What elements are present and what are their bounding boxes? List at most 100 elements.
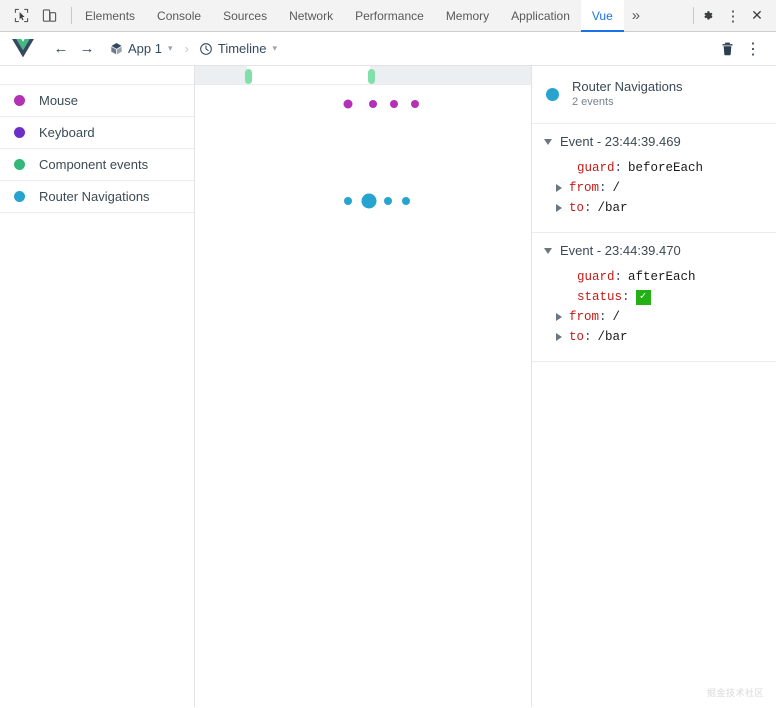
details-layer-color-dot <box>546 88 559 101</box>
timeline-event-dot-selected[interactable] <box>361 193 377 209</box>
property-colon: : <box>614 161 623 175</box>
timeline-range-selector[interactable] <box>195 66 531 85</box>
timeline-track-keyboard <box>195 117 531 149</box>
event-title: Event - 23:44:39.469 <box>560 134 681 149</box>
details-header-text: Router Navigations 2 events <box>572 79 683 110</box>
property-row-status: status : ✓ <box>532 287 776 307</box>
layer-label: Mouse <box>39 93 79 108</box>
view-chevron-down-icon[interactable]: ▾ <box>273 43 278 54</box>
timeline-event-dot[interactable] <box>383 197 392 205</box>
device-toolbar-icon[interactable] <box>38 5 60 27</box>
property-row-from[interactable]: from : / <box>532 178 776 198</box>
chevron-right-icon[interactable] <box>556 333 562 341</box>
property-row-to[interactable]: to : /bar <box>532 198 776 218</box>
chevron-down-icon[interactable]: ▾ <box>168 43 173 54</box>
chevron-right-icon[interactable] <box>556 204 562 212</box>
timeline-event-dot[interactable] <box>401 197 410 205</box>
event-block: Event - 23:44:39.470 guard : afterEach s… <box>532 233 776 362</box>
chevron-right-icon[interactable] <box>556 313 562 321</box>
vue-toolbar-kebab-menu-icon[interactable]: ⋮ <box>740 36 766 62</box>
event-header[interactable]: Event - 23:44:39.470 <box>532 243 776 258</box>
range-handle-start[interactable] <box>245 69 253 84</box>
close-icon[interactable]: ✕ <box>746 5 768 27</box>
breadcrumb-view-selector[interactable]: Timeline ▾ <box>199 41 277 56</box>
event-block: Event - 23:44:39.469 guard : beforeEach … <box>532 124 776 233</box>
event-title: Event - 23:44:39.470 <box>560 243 681 258</box>
vue-devtools-toolbar: ← → App 1 ▾ › Timeline ▾ ⋮ <box>0 32 776 66</box>
history-clock-icon <box>199 42 212 55</box>
devtools-kebab-menu-icon[interactable]: ⋮ <box>722 5 744 27</box>
property-value: afterEach <box>628 270 696 284</box>
forward-button[interactable]: → <box>74 36 100 62</box>
timeline-canvas[interactable] <box>195 66 532 707</box>
property-key: guard <box>577 161 615 175</box>
property-key: from <box>569 310 600 324</box>
timeline-event-dot[interactable] <box>410 100 419 108</box>
property-value: /bar <box>597 201 628 215</box>
property-colon: : <box>599 181 607 195</box>
details-event-count: 2 events <box>572 96 614 108</box>
tab-performance[interactable]: Performance <box>344 0 435 31</box>
gear-icon[interactable] <box>698 5 720 27</box>
property-key: to <box>569 201 585 215</box>
property-row-guard: guard : beforeEach <box>532 158 776 178</box>
event-property-list: guard : afterEach status : ✓ from : / to… <box>532 267 776 347</box>
timeline-range-window[interactable] <box>247 66 371 84</box>
tab-console[interactable]: Console <box>146 0 212 31</box>
layer-row-mouse[interactable]: Mouse <box>0 85 194 117</box>
event-header[interactable]: Event - 23:44:39.469 <box>532 134 776 149</box>
tab-sources[interactable]: Sources <box>212 0 278 31</box>
chevron-right-icon[interactable] <box>556 184 562 192</box>
property-colon: : <box>584 330 592 344</box>
tab-network[interactable]: Network <box>278 0 344 31</box>
inspect-element-glyph <box>14 8 28 23</box>
timeline-event-dot[interactable] <box>343 99 353 109</box>
layer-list-header-spacer <box>0 66 194 85</box>
timeline-event-dot[interactable] <box>369 100 378 108</box>
cube-icon <box>111 42 122 55</box>
property-row-from[interactable]: from : / <box>532 307 776 327</box>
range-handle-end[interactable] <box>367 69 375 84</box>
layer-row-component-events[interactable]: Component events <box>0 149 194 181</box>
devtools-tab-bar: Elements Console Sources Network Perform… <box>0 0 776 32</box>
tab-memory[interactable]: Memory <box>435 0 500 31</box>
property-value: beforeEach <box>628 161 704 175</box>
clear-timeline-trash-icon[interactable] <box>714 36 740 62</box>
property-colon: : <box>599 310 607 324</box>
inspect-element-icon[interactable] <box>10 5 32 27</box>
property-key: from <box>569 181 600 195</box>
devtools-actions: ⋮ ✕ <box>691 0 776 31</box>
timeline-event-dot[interactable] <box>390 100 399 108</box>
layer-label: Keyboard <box>39 125 95 140</box>
timeline-event-dot[interactable] <box>343 197 352 205</box>
property-row-guard: guard : afterEach <box>532 267 776 287</box>
chevron-down-icon[interactable] <box>544 247 552 254</box>
layer-label: Component events <box>39 157 149 172</box>
property-row-to[interactable]: to : /bar <box>532 327 776 347</box>
timeline-track-router-navigations <box>195 181 531 213</box>
event-details-panel: Router Navigations 2 events Event - 23:4… <box>532 66 776 707</box>
devtools-tabs: Elements Console Sources Network Perform… <box>74 0 691 32</box>
status-badge: ✓ <box>635 289 651 305</box>
layer-color-dot <box>14 159 25 170</box>
breadcrumb-separator: › <box>184 41 189 56</box>
property-value: /bar <box>597 330 628 344</box>
back-button[interactable]: ← <box>48 36 74 62</box>
breadcrumb-app-selector[interactable]: App 1 ▾ <box>110 41 173 56</box>
tab-vue[interactable]: Vue <box>580 0 624 32</box>
layer-color-dot <box>14 127 25 138</box>
timeline-layer-list: Mouse Keyboard Component events Router N… <box>0 66 195 707</box>
trash-glyph <box>721 42 733 55</box>
timeline-track-component-events <box>195 149 531 181</box>
tab-application[interactable]: Application <box>500 0 581 31</box>
main-content: Mouse Keyboard Component events Router N… <box>0 66 776 707</box>
property-value: / <box>612 181 621 195</box>
details-title: Router Navigations <box>572 79 683 94</box>
chevron-down-icon[interactable] <box>544 138 552 145</box>
actions-divider <box>693 7 694 24</box>
layer-label: Router Navigations <box>39 189 150 204</box>
more-tabs-icon[interactable]: » <box>624 0 648 31</box>
layer-row-router-navigations[interactable]: Router Navigations <box>0 181 194 213</box>
layer-row-keyboard[interactable]: Keyboard <box>0 117 194 149</box>
tab-elements[interactable]: Elements <box>74 0 146 31</box>
